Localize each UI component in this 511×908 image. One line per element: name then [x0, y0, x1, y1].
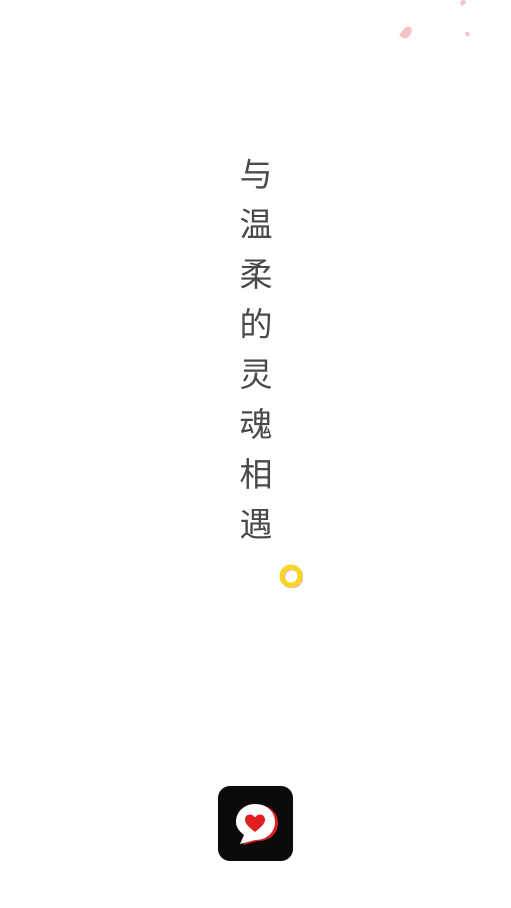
slogan: 与 温 柔 的 灵 魂 相 遇: [226, 150, 286, 550]
petal-icon: [464, 30, 471, 38]
slogan-char: 与: [239, 155, 273, 194]
slogan-char: 遇: [239, 505, 273, 544]
slogan-char: 的: [239, 305, 273, 344]
slogan-char: 相: [239, 455, 273, 494]
app-logo: [218, 786, 293, 861]
heart-chat-bubble-icon: [235, 803, 278, 845]
petal-icon: [459, 0, 467, 6]
slogan-char: 灵: [239, 355, 273, 394]
splash-screen: 与 温 柔 的 灵 魂 相 遇: [0, 0, 511, 908]
slogan-char: 温: [239, 205, 273, 244]
loading-ring-icon: [279, 564, 304, 589]
petal-icon: [399, 24, 414, 41]
slogan-char: 魂: [239, 405, 273, 444]
slogan-char: 柔: [239, 255, 273, 294]
